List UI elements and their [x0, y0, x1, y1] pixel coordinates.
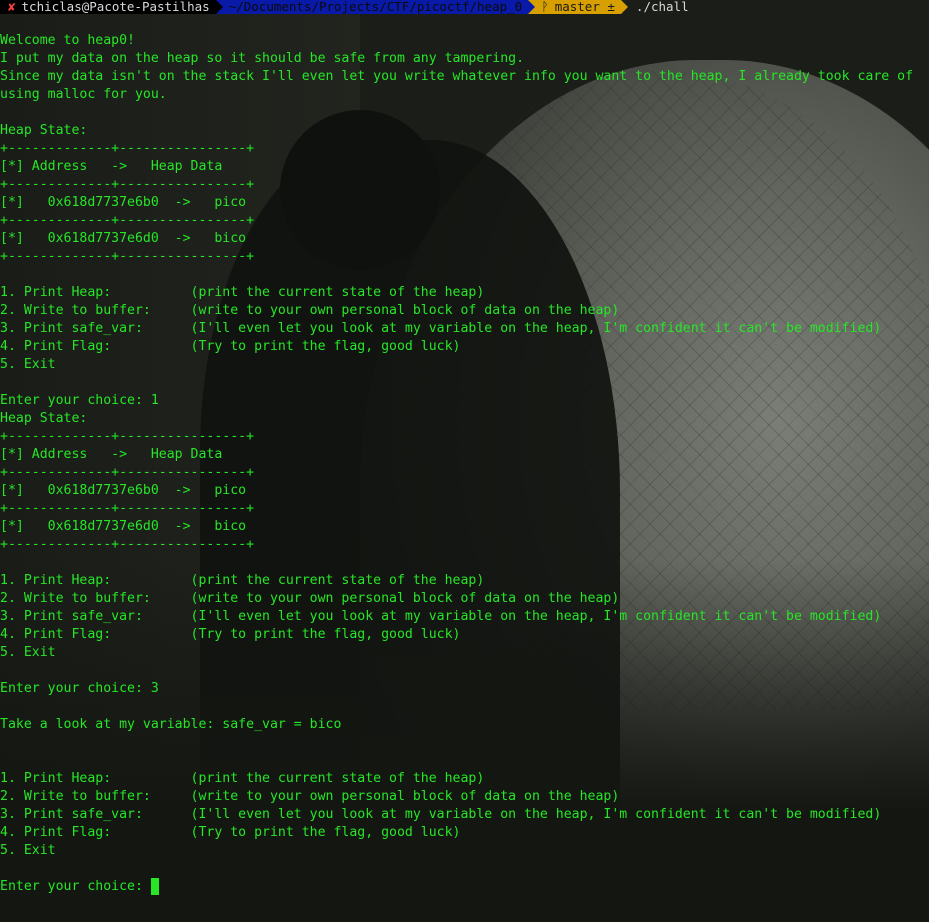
terminal-line: +-------------+----------------+ [0, 177, 255, 192]
terminal-line: 5. Exit [0, 843, 56, 858]
terminal-line: Welcome to heap0! [0, 33, 135, 48]
terminal-line: 4. Print Flag: (Try to print the flag, g… [0, 339, 461, 354]
terminal-line: 3. Print safe_var: (I'll even let you lo… [0, 807, 882, 822]
terminal-line: 2. Write to buffer: (write to your own p… [0, 303, 620, 318]
terminal-line: 1. Print Heap: (print the current state … [0, 285, 485, 300]
terminal-output: Welcome to heap0! I put my data on the he… [0, 32, 929, 896]
terminal-line: Since my data isn't on the stack I'll ev… [0, 69, 914, 84]
branch-icon: ᚹ [541, 0, 549, 14]
terminal-line: Enter your choice: 3 [0, 681, 159, 696]
terminal-line: 3. Print safe_var: (I'll even let you lo… [0, 609, 882, 624]
terminal-line: 3. Print safe_var: (I'll even let you lo… [0, 321, 882, 336]
terminal-line: Take a look at my variable: safe_var = b… [0, 717, 342, 732]
terminal-line: [*] Address -> Heap Data [0, 447, 223, 462]
terminal-line: 1. Print Heap: (print the current state … [0, 573, 485, 588]
prompt-user-segment: ✘ tchiclas@Pacote-Pastilhas [0, 0, 216, 14]
text-cursor[interactable] [150, 878, 159, 895]
terminal-line: Heap State: [0, 123, 88, 138]
prompt-user-host: tchiclas@Pacote-Pastilhas [21, 0, 210, 14]
terminal-line: +-------------+----------------+ [0, 537, 255, 552]
terminal-line: +-------------+----------------+ [0, 501, 255, 516]
terminal-line: [*] 0x618d7737e6d0 -> bico [0, 231, 247, 246]
input-prompt-label: Enter your choice: [0, 879, 151, 894]
terminal-line: +-------------+----------------+ [0, 429, 255, 444]
terminal-line: +-------------+----------------+ [0, 249, 255, 264]
prompt-separator [215, 0, 223, 14]
error-status-icon: ✘ [8, 0, 16, 14]
terminal-line: 4. Print Flag: (Try to print the flag, g… [0, 825, 461, 840]
terminal-line: [*] 0x618d7737e6b0 -> pico [0, 483, 247, 498]
terminal-line: using malloc for you. [0, 87, 167, 102]
terminal-input-line[interactable]: Enter your choice: [0, 878, 929, 896]
terminal-line: +-------------+----------------+ [0, 141, 255, 156]
terminal-line: 4. Print Flag: (Try to print the flag, g… [0, 627, 461, 642]
terminal-line: 5. Exit [0, 357, 56, 372]
terminal-line: [*] 0x618d7737e6d0 -> bico [0, 519, 247, 534]
shell-prompt: ✘ tchiclas@Pacote-Pastilhas ~/Documents/… [0, 0, 695, 14]
prompt-path: ~/Documents/Projects/CTF/picoctf/heap_0 [228, 0, 523, 14]
terminal-line: +-------------+----------------+ [0, 213, 255, 228]
terminal-line: Enter your choice: 1 [0, 393, 159, 408]
terminal-line: [*] 0x618d7737e6b0 -> pico [0, 195, 247, 210]
terminal-line: I put my data on the heap so it should b… [0, 51, 525, 66]
terminal-line: 5. Exit [0, 645, 56, 660]
terminal-line: 2. Write to buffer: (write to your own p… [0, 591, 620, 606]
prompt-separator [620, 0, 628, 14]
prompt-separator [528, 0, 536, 14]
prompt-git-branch: master ± [554, 0, 615, 14]
terminal-line: Heap State: [0, 411, 88, 426]
terminal-line: [*] Address -> Heap Data [0, 159, 223, 174]
prompt-path-segment: ~/Documents/Projects/CTF/picoctf/heap_0 [222, 0, 529, 14]
terminal-line: +-------------+----------------+ [0, 465, 255, 480]
prompt-git-segment: ᚹ master ± [535, 0, 621, 14]
terminal-line: 2. Write to buffer: (write to your own p… [0, 789, 620, 804]
prompt-command: ./chall [635, 0, 689, 14]
terminal-line: 1. Print Heap: (print the current state … [0, 771, 485, 786]
